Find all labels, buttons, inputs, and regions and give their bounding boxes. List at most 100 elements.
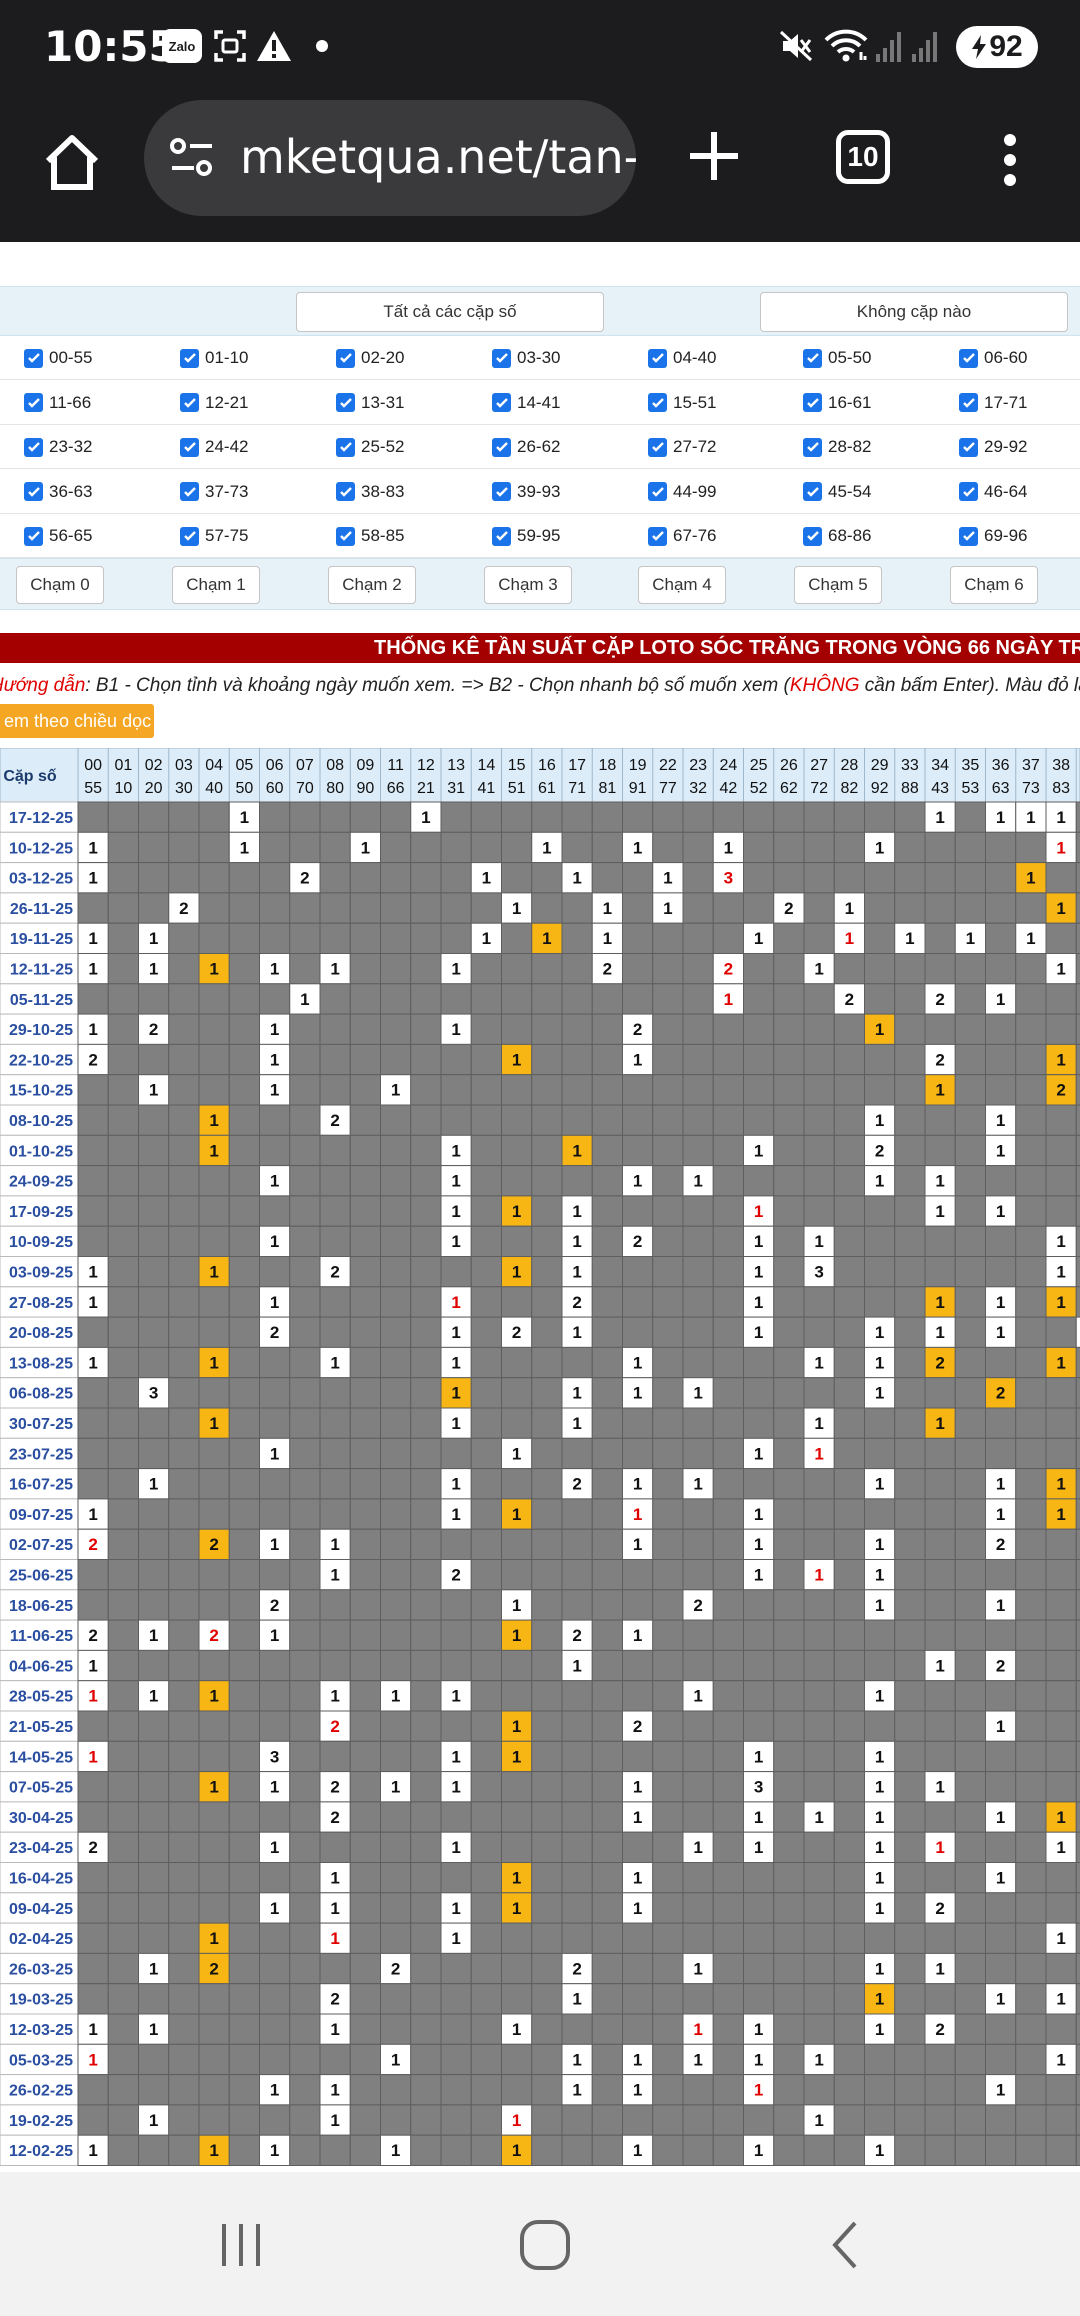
pair-checkbox-24-42[interactable]: 24-42: [180, 434, 248, 460]
table-cell: [77, 983, 109, 1015]
cell-count: 1: [512, 1596, 521, 1615]
cham-button-2[interactable]: Chạm 2: [328, 566, 416, 604]
pair-checkbox-05-50[interactable]: 05-50: [803, 345, 871, 371]
cham-button-6[interactable]: Chạm 6: [950, 566, 1038, 604]
table-cell: [107, 862, 139, 894]
cell-count: 1: [482, 869, 491, 888]
table-cell: [470, 1952, 502, 1985]
table-cell: [198, 1862, 230, 1894]
table-cell: [410, 1498, 442, 1530]
pair-row: 36-63 37-73 38-83 39-93 44-99 45-54 46-64: [0, 470, 1080, 514]
more-menu-button[interactable]: [980, 120, 1040, 200]
pair-checkbox-25-52[interactable]: 25-52: [336, 434, 404, 460]
select-no-pairs-button[interactable]: Không cặp nào: [760, 292, 1068, 332]
pair-checkbox-28-82[interactable]: 28-82: [803, 434, 871, 460]
pair-checkbox-37-73[interactable]: 37-73: [180, 479, 248, 505]
table-cell: [743, 801, 775, 833]
table-cell: [833, 2134, 865, 2166]
pair-checkbox-58-85[interactable]: 58-85: [336, 523, 404, 549]
pair-checkbox-00-55[interactable]: 00-55: [24, 345, 92, 371]
table-cell: [198, 1983, 230, 2015]
cham-button-4[interactable]: Chạm 4: [638, 566, 726, 604]
table-cell: [138, 1407, 170, 1439]
cell-count: 2: [935, 1050, 944, 1069]
table-cell: [198, 1013, 230, 1045]
pair-checkbox-29-92[interactable]: 29-92: [959, 434, 1027, 460]
pair-checkbox-69-96[interactable]: 69-96: [959, 523, 1027, 549]
table-cell: [531, 1771, 563, 1803]
table-cell: [833, 1195, 865, 1227]
cham-button-1[interactable]: Chạm 1: [172, 566, 260, 604]
recents-button[interactable]: [196, 2200, 286, 2290]
column-header-16: 16: [538, 757, 556, 774]
pair-checkbox-04-40[interactable]: 04-40: [648, 345, 716, 371]
cham-button-3[interactable]: Chạm 3: [484, 566, 572, 604]
pair-checkbox-46-64[interactable]: 46-64: [959, 479, 1027, 505]
pair-checkbox-57-75[interactable]: 57-75: [180, 523, 248, 549]
pair-checkbox-03-30[interactable]: 03-30: [492, 345, 560, 371]
table-cell: [591, 1680, 623, 1712]
table-cell: [712, 892, 744, 924]
pair-checkbox-16-61[interactable]: 16-61: [803, 390, 871, 416]
pair-checkbox-02-20[interactable]: 02-20: [336, 345, 404, 371]
table-cell: [319, 1316, 351, 1348]
table-cell: [773, 1831, 805, 1863]
pair-checkbox-39-93[interactable]: 39-93: [492, 479, 560, 505]
pair-checkbox-68-86[interactable]: 68-86: [803, 523, 871, 549]
pair-checkbox-12-21[interactable]: 12-21: [180, 390, 248, 416]
table-cell: [773, 2043, 805, 2076]
pair-label: 24-42: [205, 437, 249, 457]
pair-checkbox-14-41[interactable]: 14-41: [492, 390, 560, 416]
pair-checkbox-56-65[interactable]: 56-65: [24, 523, 92, 549]
pair-checkbox-59-95[interactable]: 59-95: [492, 523, 560, 549]
pair-checkbox-44-99[interactable]: 44-99: [648, 479, 716, 505]
pair-checkbox-01-10[interactable]: 01-10: [180, 345, 248, 371]
home-button[interactable]: [34, 124, 110, 200]
back-button[interactable]: [800, 2200, 890, 2290]
table-cell: [894, 1771, 926, 1803]
table-cell: [380, 953, 412, 985]
table-cell: [289, 1468, 321, 1500]
pair-checkbox-36-63[interactable]: 36-63: [24, 479, 92, 505]
table-cell: [591, 1134, 623, 1167]
pair-checkbox-27-72[interactable]: 27-72: [648, 434, 716, 460]
cell-count: 1: [149, 929, 158, 948]
cell-count: 1: [209, 1353, 218, 1372]
cham-button-0[interactable]: Chạm 0: [16, 566, 104, 604]
pair-checkbox-15-51[interactable]: 15-51: [648, 390, 716, 416]
pair-checkbox-45-54[interactable]: 45-54: [803, 479, 871, 505]
address-bar[interactable]: mketqua.net/tan-: [144, 100, 636, 216]
table-cell: [682, 1013, 714, 1045]
select-all-pairs-button[interactable]: Tất cả các cặp số: [296, 292, 604, 332]
table-cell: [107, 1286, 139, 1318]
table-cell: [652, 1740, 684, 1773]
cell-count: 1: [814, 1808, 823, 1827]
tab-switcher-button[interactable]: 10: [836, 130, 890, 184]
pair-checkbox-17-71[interactable]: 17-71: [959, 390, 1027, 416]
pair-checkbox-11-66[interactable]: 11-66: [24, 390, 91, 416]
table-cell: [652, 1559, 684, 1591]
table-cell: [289, 1680, 321, 1712]
pair-checkbox-23-32[interactable]: 23-32: [24, 434, 92, 460]
row-date: 29-10-25: [9, 1022, 73, 1039]
cell-count: 1: [512, 2020, 521, 2039]
cell-count: 2: [845, 990, 854, 1009]
pair-checkbox-13-31[interactable]: 13-31: [336, 390, 404, 416]
site-settings-icon[interactable]: [168, 136, 216, 180]
home-nav-button[interactable]: [500, 2200, 590, 2290]
cell-count: 1: [693, 2020, 702, 2039]
table-cell: [228, 1104, 260, 1136]
pair-checkbox-06-60[interactable]: 06-60: [959, 345, 1027, 371]
cell-count: 1: [512, 2141, 521, 2160]
table-cell: [501, 1134, 533, 1167]
pair-checkbox-38-83[interactable]: 38-83: [336, 479, 404, 505]
cham-button-5[interactable]: Chạm 5: [794, 566, 882, 604]
pair-checkbox-26-62[interactable]: 26-62: [492, 434, 560, 460]
table-cell: [652, 1256, 684, 1288]
view-vertical-button[interactable]: em theo chiều dọc: [0, 704, 154, 738]
table-cell: [1045, 1649, 1077, 1682]
pair-checkbox-67-76[interactable]: 67-76: [648, 523, 716, 549]
new-tab-button[interactable]: [676, 118, 752, 194]
table-cell: [501, 1286, 533, 1318]
table-cell: [1075, 1498, 1080, 1530]
